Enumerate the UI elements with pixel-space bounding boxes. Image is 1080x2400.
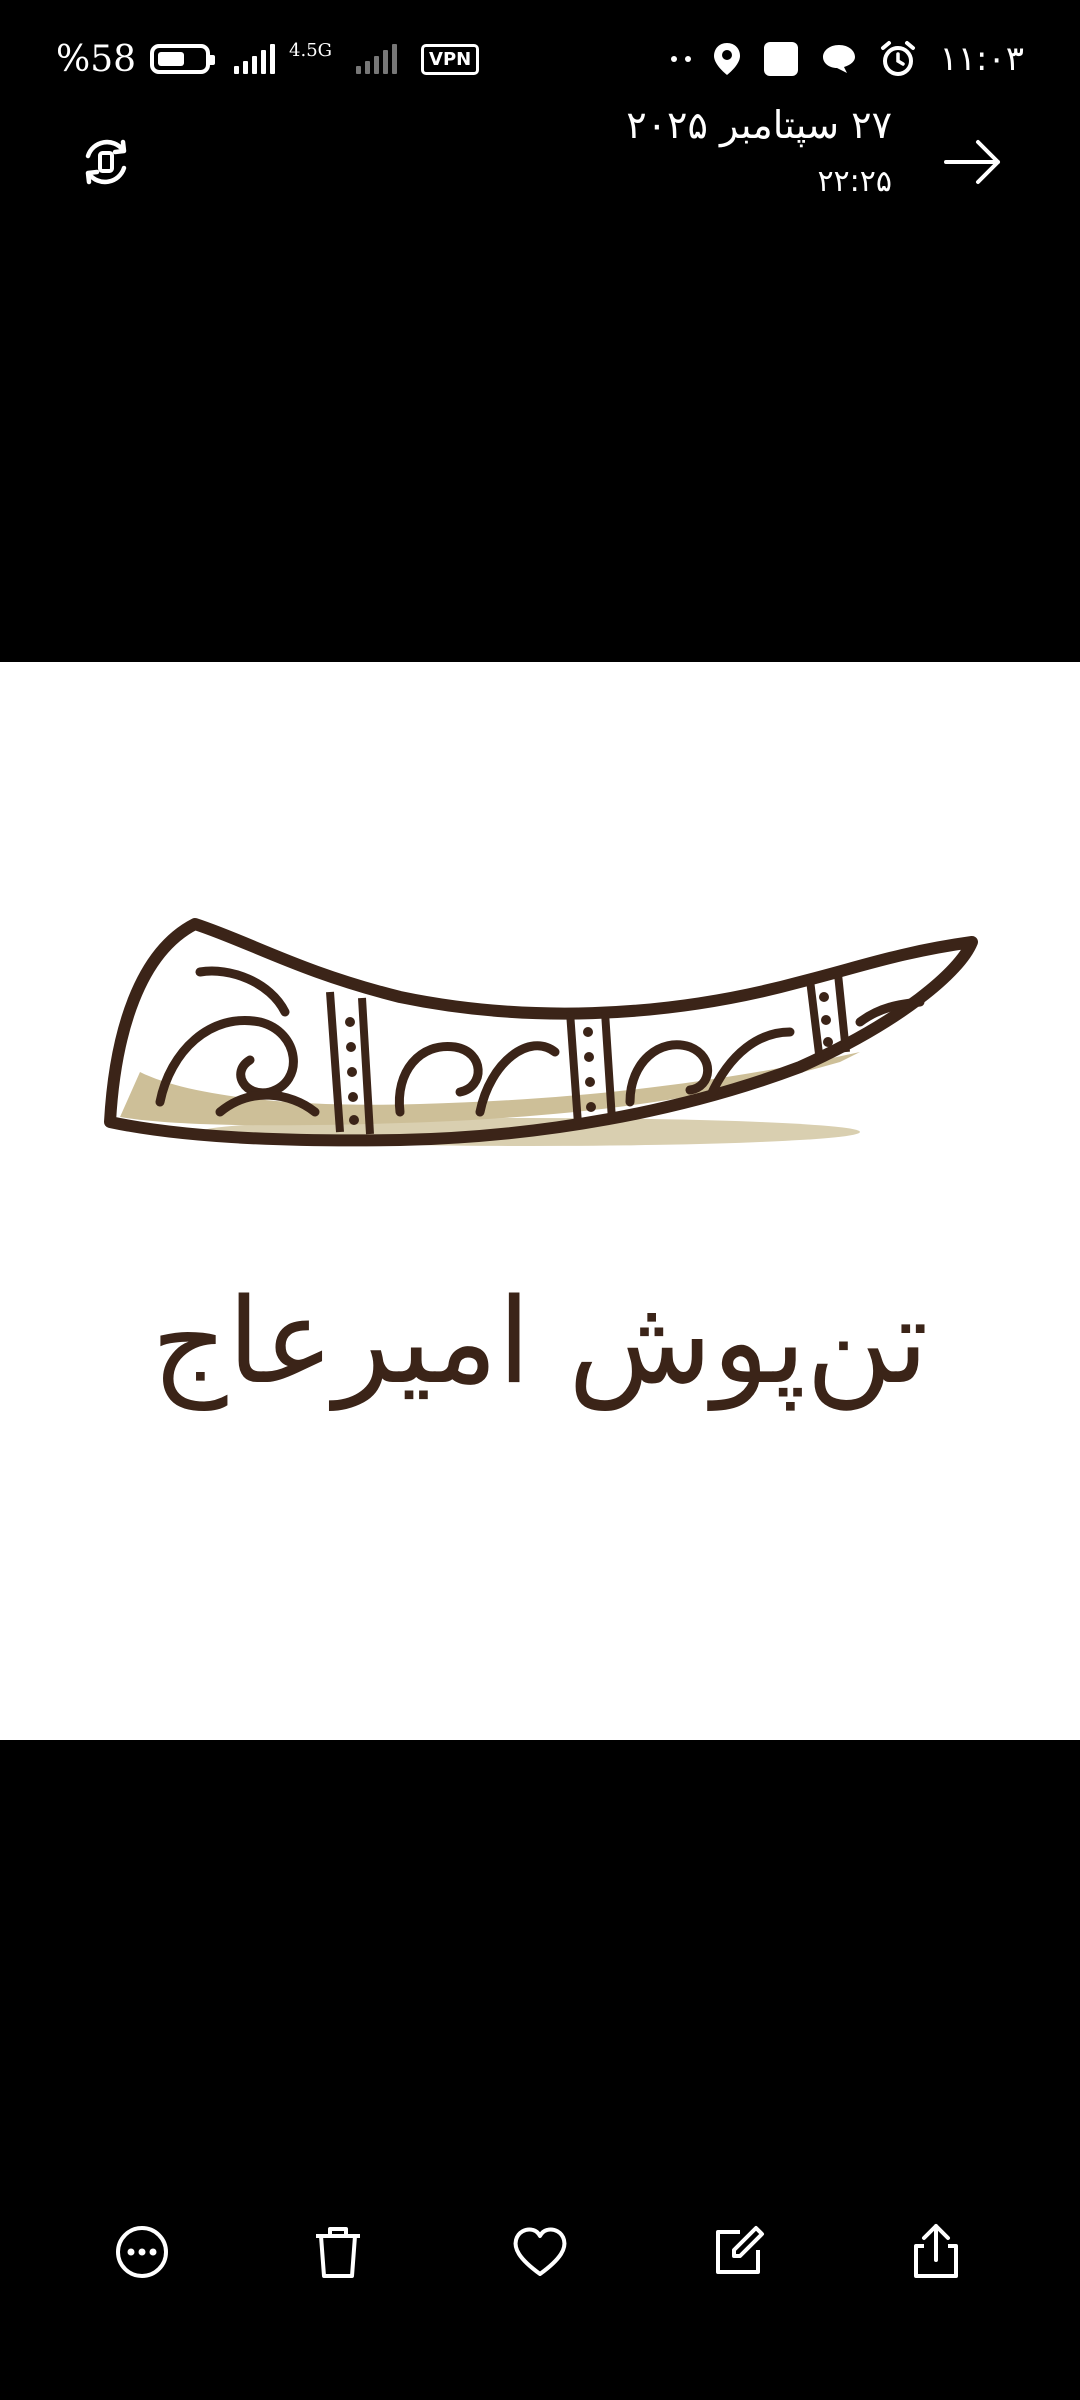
alarm-icon <box>881 41 916 76</box>
photo-date: ۲۷ سپتامبر ۲۰۲۵ <box>626 103 892 147</box>
more-notifications-icon <box>671 56 692 62</box>
location-icon <box>714 43 741 75</box>
back-arrow-icon[interactable] <box>940 130 1004 194</box>
status-right: ۱۱:۰۳ <box>671 34 1024 84</box>
delete-icon <box>316 2227 360 2278</box>
status-bar: %58 4.5G VPN ۱۱:۰۳ <box>0 0 1080 110</box>
app-notification-icon <box>764 42 799 76</box>
battery-percent: %58 <box>56 38 137 80</box>
viewer-header: ۲۷ سپتامبر ۲۰۲۵ ۲۲:۲۵ <box>0 100 1080 230</box>
battery-fill <box>158 52 185 66</box>
edit-button[interactable] <box>706 2220 770 2284</box>
network-type-label: 4.5G <box>289 40 333 61</box>
status-left: %58 4.5G VPN <box>56 34 480 84</box>
photo-time: ۲۲:۲۵ <box>817 164 892 199</box>
favorite-icon <box>513 2227 567 2276</box>
photo-viewer-screen: %58 4.5G VPN ۱۱:۰۳ ۲۷ سپتامبر ۲۰۲۵ ۲۲:۲۵… <box>0 0 1080 2400</box>
battery-icon <box>150 44 216 74</box>
bottom-toolbar <box>0 2190 1080 2320</box>
status-clock: ۱۱:۰۳ <box>939 39 1024 79</box>
favorite-button[interactable] <box>508 2220 572 2284</box>
photo-date-block: ۲۷ سپتامبر ۲۰۲۵ ۲۲:۲۵ <box>626 100 892 206</box>
delete-button[interactable] <box>306 2220 370 2284</box>
signal-strength-secondary-icon <box>356 44 398 74</box>
share-button[interactable] <box>904 2220 968 2284</box>
signal-strength-icon <box>234 44 276 74</box>
edit-icon <box>716 2226 764 2274</box>
ivory-horn-logo <box>104 918 978 1147</box>
message-icon <box>823 45 856 73</box>
more-icon <box>116 2226 168 2278</box>
vpn-badge: VPN <box>421 43 480 75</box>
brand-name-text: تن‌پوش امیرعاج <box>151 1272 929 1410</box>
photo-image[interactable]: تن‌پوش امیرعاج <box>0 662 1080 1740</box>
rotate-icon[interactable] <box>78 134 134 190</box>
share-icon <box>914 2224 958 2278</box>
more-options-button[interactable] <box>110 2220 174 2284</box>
